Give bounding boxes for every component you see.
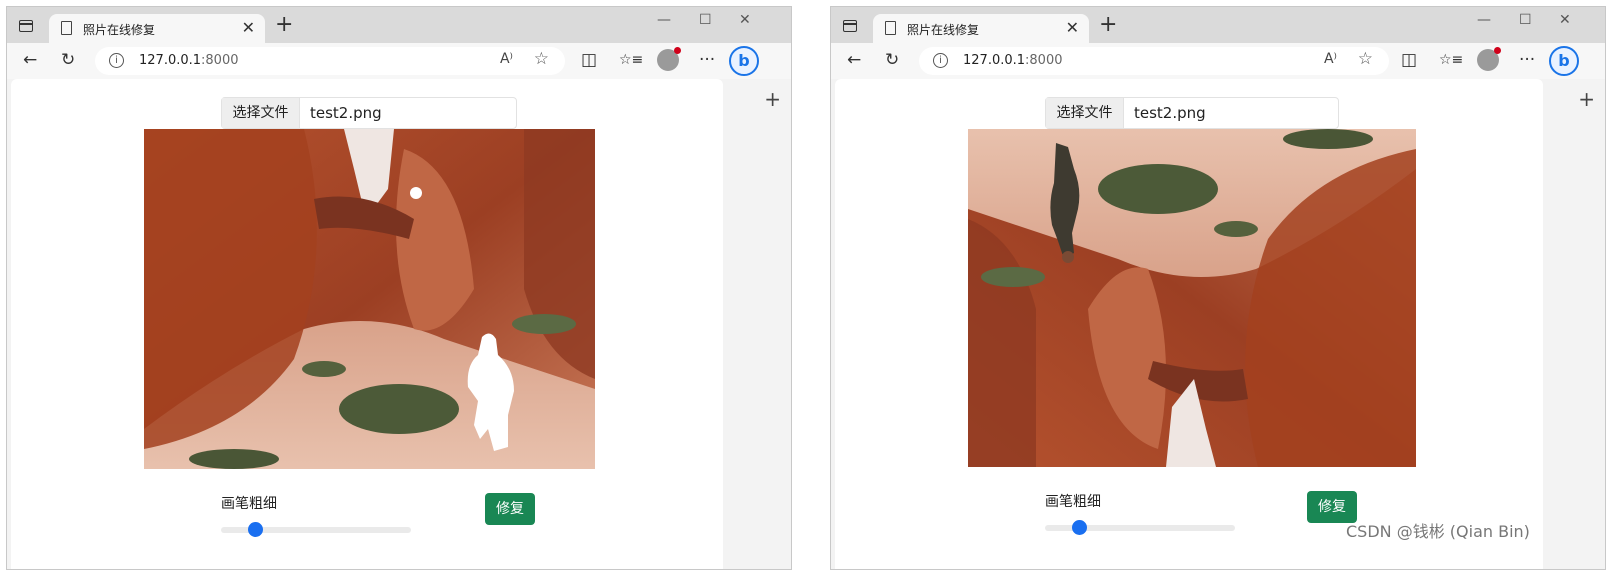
- minimize-button[interactable]: —: [1477, 12, 1491, 28]
- more-menu-icon[interactable]: ···: [699, 50, 715, 70]
- more-menu-icon[interactable]: ···: [1519, 50, 1535, 70]
- tab-close-icon[interactable]: ✕: [242, 18, 255, 37]
- profile-avatar[interactable]: [657, 47, 681, 71]
- read-aloud-icon[interactable]: A⁾: [1324, 51, 1337, 67]
- brush-size-label: 画笔粗细: [1045, 494, 1101, 510]
- url-port: :8000: [1025, 53, 1063, 68]
- url-host: 127.0.0.1: [963, 53, 1026, 68]
- tab-title: 照片在线修复: [83, 23, 156, 37]
- split-screen-icon[interactable]: ◫: [581, 50, 597, 70]
- canvas-image-repaired[interactable]: [968, 129, 1416, 467]
- address-bar[interactable]: i 127.0.0.1:8000 A⁾ ☆: [919, 47, 1389, 75]
- slider-knob[interactable]: [248, 522, 264, 537]
- page-content: 选择文件 test2.png 画笔粗细 修复: [11, 79, 723, 569]
- tab-actions-icon[interactable]: [843, 20, 857, 32]
- browser-window-left: 照片在线修复 ✕ + — ☐ ✕ ← ↻ i 127.0.0.1:8000 A⁾…: [6, 6, 792, 570]
- slider-knob[interactable]: [1072, 520, 1088, 535]
- page-icon: [61, 21, 72, 35]
- site-info-icon[interactable]: i: [933, 53, 948, 68]
- minimize-button[interactable]: —: [657, 12, 671, 28]
- back-button[interactable]: ←: [23, 50, 37, 70]
- window-close-button[interactable]: ✕: [1559, 12, 1571, 28]
- back-button[interactable]: ←: [847, 50, 861, 70]
- split-screen-icon[interactable]: ◫: [1401, 50, 1417, 70]
- choose-file-button[interactable]: 选择文件: [1046, 98, 1124, 128]
- url-text: 127.0.0.1:8000: [963, 53, 1063, 68]
- reload-button[interactable]: ↻: [61, 50, 75, 70]
- brush-size-slider[interactable]: [221, 522, 411, 537]
- site-info-icon[interactable]: i: [109, 53, 124, 68]
- toolbar: ← ↻ i 127.0.0.1:8000 A⁾ ☆ ◫ ☆≡ ··· b: [7, 43, 791, 79]
- new-tab-button[interactable]: +: [275, 12, 293, 37]
- sidebar-add-icon[interactable]: +: [764, 87, 781, 111]
- url-port: :8000: [201, 53, 239, 68]
- csdn-watermark: CSDN @钱彬 (Qian Bin): [1346, 522, 1530, 541]
- url-text: 127.0.0.1:8000: [139, 53, 239, 68]
- file-input[interactable]: 选择文件 test2.png: [1045, 97, 1339, 129]
- toolbar: ← ↻ i 127.0.0.1:8000 A⁾ ☆ ◫ ☆≡ ··· b: [831, 43, 1605, 79]
- bing-icon[interactable]: b: [1549, 46, 1579, 76]
- page-content: 选择文件 test2.png 画笔粗细 修复: [835, 79, 1543, 569]
- tab-actions-icon[interactable]: [19, 20, 33, 32]
- choose-file-button[interactable]: 选择文件: [222, 98, 300, 128]
- profile-avatar[interactable]: [1477, 47, 1501, 71]
- brush-size-slider[interactable]: [1045, 520, 1235, 535]
- brush-size-label: 画笔粗细: [221, 496, 277, 512]
- new-tab-button[interactable]: +: [1099, 12, 1117, 37]
- tab-active[interactable]: 照片在线修复 ✕: [873, 14, 1089, 44]
- sidebar-add-icon[interactable]: +: [1578, 87, 1595, 111]
- notification-dot: [1494, 47, 1501, 54]
- repair-button[interactable]: 修复: [485, 493, 535, 525]
- file-name: test2.png: [310, 104, 382, 122]
- maximize-button[interactable]: ☐: [699, 12, 712, 28]
- file-name: test2.png: [1134, 104, 1206, 122]
- tab-active[interactable]: 照片在线修复 ✕: [49, 14, 265, 44]
- url-host: 127.0.0.1: [139, 53, 202, 68]
- favorite-star-icon[interactable]: ☆: [534, 49, 549, 69]
- notification-dot: [674, 47, 681, 54]
- reload-button[interactable]: ↻: [885, 50, 899, 70]
- tab-bar: 照片在线修复 ✕ + — ☐ ✕: [831, 7, 1605, 44]
- bing-icon[interactable]: b: [729, 46, 759, 76]
- favorites-icon[interactable]: ☆≡: [1439, 52, 1463, 68]
- canvas-image-masked[interactable]: [144, 129, 595, 469]
- read-aloud-icon[interactable]: A⁾: [500, 51, 513, 67]
- address-bar[interactable]: i 127.0.0.1:8000 A⁾ ☆: [95, 47, 565, 75]
- favorite-star-icon[interactable]: ☆: [1358, 49, 1373, 69]
- tab-title: 照片在线修复: [907, 23, 980, 37]
- browser-window-right: 照片在线修复 ✕ + — ☐ ✕ ← ↻ i 127.0.0.1:8000 A⁾…: [830, 6, 1606, 570]
- tab-close-icon[interactable]: ✕: [1066, 18, 1079, 37]
- page-icon: [885, 21, 896, 35]
- favorites-icon[interactable]: ☆≡: [619, 52, 643, 68]
- maximize-button[interactable]: ☐: [1519, 12, 1532, 28]
- tab-bar: 照片在线修复 ✕ + — ☐ ✕: [7, 7, 791, 44]
- window-close-button[interactable]: ✕: [739, 12, 751, 28]
- file-input[interactable]: 选择文件 test2.png: [221, 97, 517, 129]
